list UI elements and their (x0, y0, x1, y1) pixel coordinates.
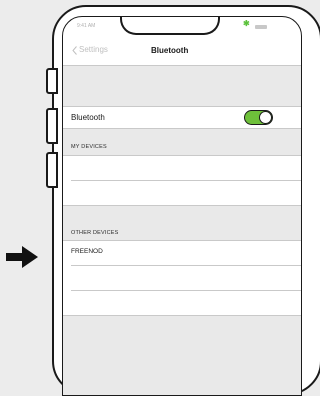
my-devices-header-band (63, 129, 301, 155)
device-name: FREENOD (71, 248, 103, 255)
device-row[interactable] (63, 266, 301, 290)
phone-volume-down-button (46, 152, 58, 188)
status-time: 9:41 AM (77, 23, 96, 29)
bottom-fill (63, 316, 301, 395)
bluetooth-toggle[interactable] (244, 110, 273, 125)
device-row-freenod[interactable]: FREENOD (63, 241, 301, 265)
bluetooth-status-icon: ✱ (243, 19, 250, 28)
my-device-row[interactable] (63, 156, 301, 180)
device-row[interactable] (63, 291, 301, 315)
my-device-row[interactable] (63, 181, 301, 205)
phone-screen: 9:41 AM ✱ Settings Bluetooth Bluetooth M… (62, 16, 302, 396)
other-devices-header: OTHER DEVICES (71, 230, 119, 236)
phone-side-button (46, 68, 58, 94)
section-gap (63, 66, 301, 106)
back-label: Settings (79, 45, 108, 54)
my-devices-header: MY DEVICES (71, 144, 107, 150)
phone-volume-up-button (46, 108, 58, 144)
navigation-bar: Settings Bluetooth (63, 37, 301, 65)
back-button[interactable]: Settings (63, 37, 133, 65)
pointer-arrow-icon (6, 246, 38, 268)
bluetooth-label: Bluetooth (71, 113, 105, 122)
toggle-knob (259, 111, 272, 124)
phone-notch (120, 17, 220, 35)
chevron-left-icon (72, 46, 77, 55)
battery-icon (255, 25, 267, 29)
page-title: Bluetooth (151, 46, 189, 55)
